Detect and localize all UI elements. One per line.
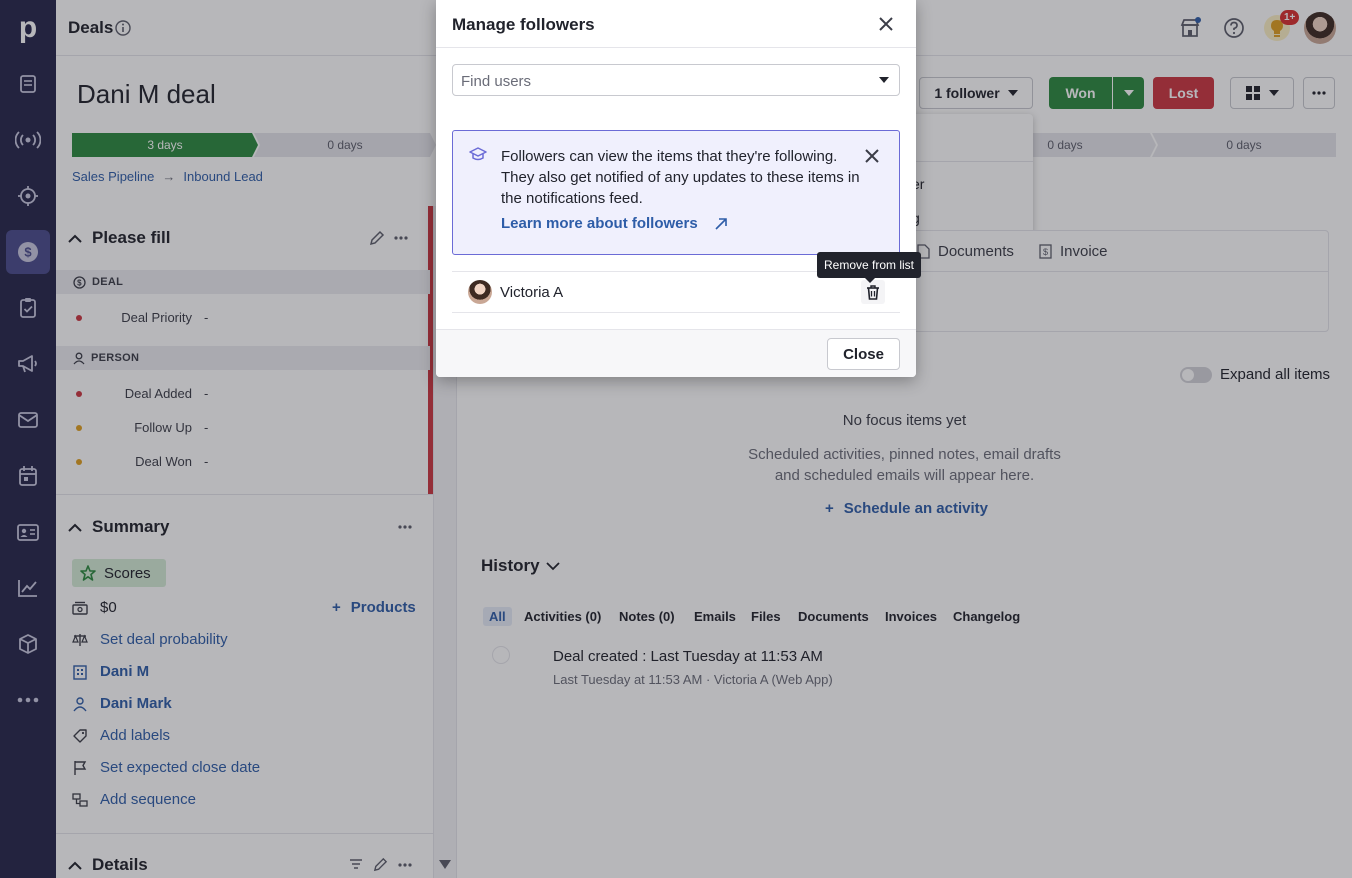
learn-more-label: Learn more about followers [501,215,698,232]
follower-name: Victoria A [500,284,564,301]
learn-more-link[interactable]: Learn more about followers [501,215,728,232]
caret-down-icon [879,77,889,83]
graduation-cap-icon [469,147,487,161]
dialog-header: Manage followers [436,0,916,48]
remove-tooltip: Remove from list [817,252,922,283]
find-users-input[interactable] [461,71,861,91]
avatar [468,280,492,304]
followers-info-banner: Followers can view the items that they'r… [452,130,900,255]
close-icon[interactable] [863,147,881,165]
close-icon[interactable] [877,15,895,33]
close-button[interactable]: Close [827,338,900,370]
info-banner-text: Followers can view the items that they'r… [501,148,860,207]
dialog-title: Manage followers [452,15,595,34]
manage-followers-dialog: Manage followers Followers can view the … [436,0,916,377]
dialog-footer: Close [436,329,916,377]
external-arrow-icon [715,217,727,230]
find-users-select[interactable] [452,64,900,96]
